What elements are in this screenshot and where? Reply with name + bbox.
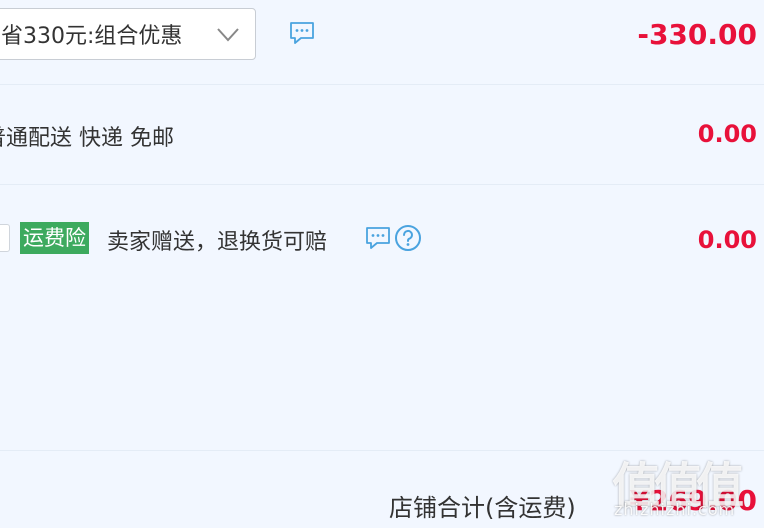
divider bbox=[0, 184, 764, 185]
delivery-text: 普通配送 快递 免邮 bbox=[0, 126, 174, 151]
chevron-down-icon bbox=[217, 28, 239, 42]
total-label: 店铺合计(含运费) bbox=[389, 494, 576, 522]
discount-amount: -330.00 bbox=[637, 18, 757, 51]
discount-select[interactable]: 省330元:组合优惠 bbox=[0, 8, 256, 60]
insurance-text: 卖家赠送，退换货可赔 bbox=[107, 230, 328, 255]
insurance-tag: 运费险 bbox=[20, 222, 89, 254]
delivery-amount: 0.00 bbox=[697, 120, 757, 148]
comment-icon[interactable] bbox=[289, 21, 315, 45]
watermark-url: zhizhizhi.com bbox=[614, 500, 736, 519]
insurance-checkbox[interactable] bbox=[0, 224, 10, 252]
discount-select-value: 省330元:组合优惠 bbox=[1, 24, 183, 49]
help-icon[interactable] bbox=[394, 224, 422, 252]
insurance-amount: 0.00 bbox=[697, 226, 757, 254]
divider bbox=[0, 84, 764, 85]
comment-icon[interactable] bbox=[365, 226, 391, 250]
